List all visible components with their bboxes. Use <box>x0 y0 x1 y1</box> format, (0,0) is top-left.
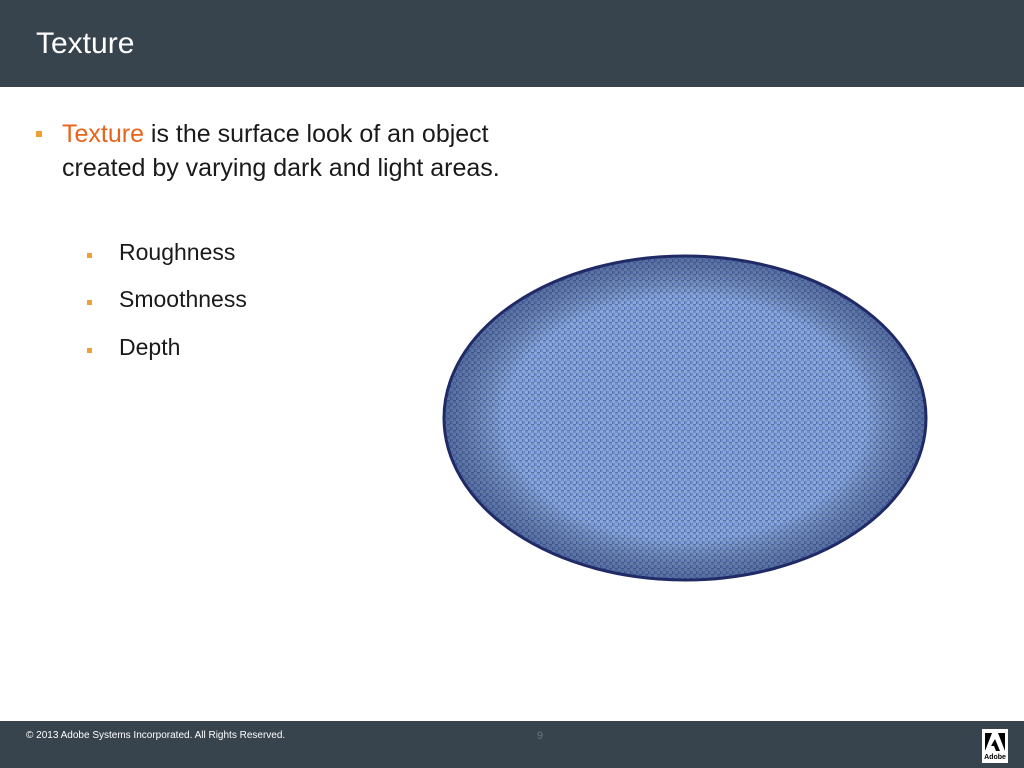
logo-wordmark: Adobe <box>984 754 1006 761</box>
copyright-text: © 2013 Adobe Systems Incorporated. All R… <box>26 730 286 741</box>
page-number: 9 <box>536 730 544 742</box>
adobe-logo-icon: Adobe <box>982 729 1008 763</box>
sub-bullet-smoothness: Smoothness <box>119 286 247 312</box>
sub-bullet-marker <box>87 348 92 353</box>
highlight-term: Texture <box>62 120 144 148</box>
title-bar: Texture <box>0 0 1024 87</box>
sub-bullet-depth: Depth <box>119 334 181 360</box>
sub-bullet-marker <box>87 300 92 305</box>
main-bullet-text: Texture is the surface look of an object… <box>62 117 512 185</box>
sub-bullet-marker <box>87 253 92 258</box>
slide-title: Texture <box>36 27 135 60</box>
footer-bar: © 2013 Adobe Systems Incorporated. All R… <box>0 721 1024 768</box>
sub-bullet-roughness: Roughness <box>119 239 236 265</box>
textured-fabric-ellipse-icon <box>442 254 928 582</box>
bullet-marker <box>36 131 42 137</box>
